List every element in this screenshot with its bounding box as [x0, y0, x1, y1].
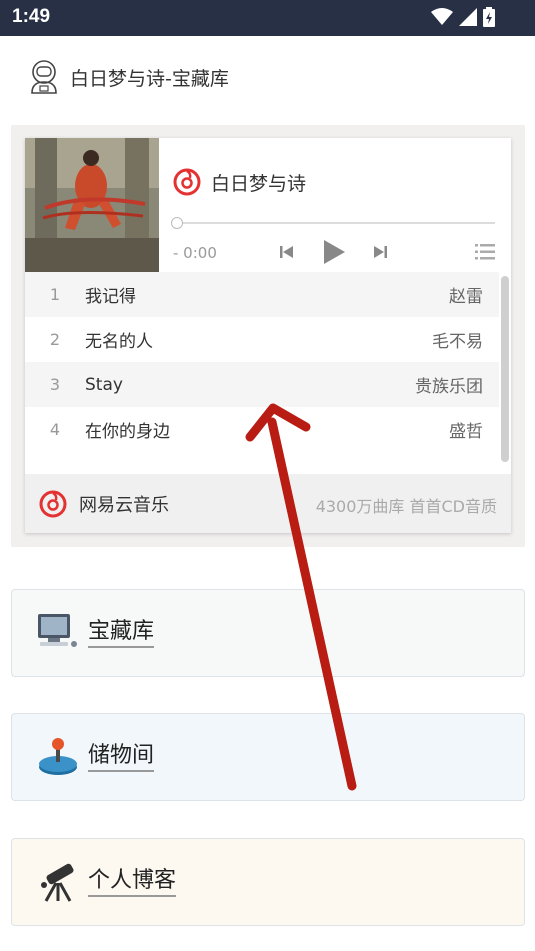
progress-knob[interactable]: [171, 217, 183, 229]
signal-icon: [459, 8, 477, 26]
progress-bar[interactable]: [171, 217, 495, 229]
computer-icon: [38, 614, 77, 647]
playlist-icon[interactable]: [475, 243, 495, 261]
card-label[interactable]: 个人博客: [88, 867, 177, 897]
card-personal-blog[interactable]: 个人博客: [11, 838, 525, 926]
track-list-scrollbar[interactable]: [501, 276, 509, 462]
album-cover[interactable]: [25, 138, 159, 272]
next-track-icon[interactable]: [373, 244, 387, 260]
music-player: 白日梦与诗 - 0:00 1 我记得 赵雷 2 无名的人 毛不易 3 Stay …: [25, 138, 511, 533]
footer-brand-name: 网易云音乐: [79, 494, 169, 516]
astronaut-avatar-icon: [31, 60, 57, 94]
track-number: 4: [49, 420, 61, 439]
track-list: 1 我记得 赵雷 2 无名的人 毛不易 3 Stay 贵族乐团 4 在你的身边 …: [25, 272, 511, 472]
track-name: Stay: [85, 374, 123, 395]
status-time: 1:49: [12, 6, 51, 27]
footer-tagline: 4300万曲库 首首CD音质: [315, 497, 497, 516]
track-number: 1: [49, 285, 61, 304]
track-artist: 赵雷: [449, 287, 483, 307]
track-row[interactable]: 2 无名的人 毛不易: [25, 317, 499, 362]
song-title: 白日梦与诗: [211, 172, 307, 195]
track-artist: 盛哲: [449, 422, 483, 442]
track-row[interactable]: 1 我记得 赵雷: [25, 272, 499, 317]
track-name: 在你的身边: [85, 422, 170, 442]
status-icons: [431, 7, 495, 27]
track-name: 我记得: [85, 287, 136, 307]
card-storage-room[interactable]: 储物间: [11, 713, 525, 801]
player-footer[interactable]: 网易云音乐 4300万曲库 首首CD音质: [25, 474, 511, 533]
battery-icon: [483, 7, 495, 27]
card-treasury[interactable]: 宝藏库: [11, 589, 525, 677]
track-number: 3: [49, 375, 61, 394]
time-display: - 0:00: [173, 244, 217, 262]
track-row[interactable]: 4 在你的身边 盛哲: [25, 407, 499, 452]
track-number: 2: [49, 330, 61, 349]
telescope-icon: [41, 863, 74, 902]
card-label[interactable]: 储物间: [88, 742, 155, 772]
music-player-container: 白日梦与诗 - 0:00 1 我记得 赵雷 2 无名的人 毛不易 3 Stay …: [11, 125, 525, 547]
joystick-icon: [39, 738, 77, 775]
track-row[interactable]: 3 Stay 贵族乐团: [25, 362, 499, 407]
status-bar: 1:49: [0, 0, 535, 36]
page-title: 白日梦与诗-宝藏库: [70, 68, 229, 90]
previous-track-icon[interactable]: [280, 244, 294, 260]
album-cover-art: [25, 138, 159, 272]
netease-music-icon: [173, 168, 201, 196]
track-name: 无名的人: [85, 332, 153, 352]
page-header: 白日梦与诗-宝藏库: [0, 36, 535, 120]
wifi-icon: [431, 8, 453, 25]
track-artist: 毛不易: [432, 332, 483, 352]
track-artist: 贵族乐团: [415, 377, 483, 397]
card-label[interactable]: 宝藏库: [88, 618, 155, 648]
song-row: 白日梦与诗: [173, 168, 306, 196]
play-icon[interactable]: [322, 239, 346, 265]
netease-logo-icon: [39, 490, 67, 517]
